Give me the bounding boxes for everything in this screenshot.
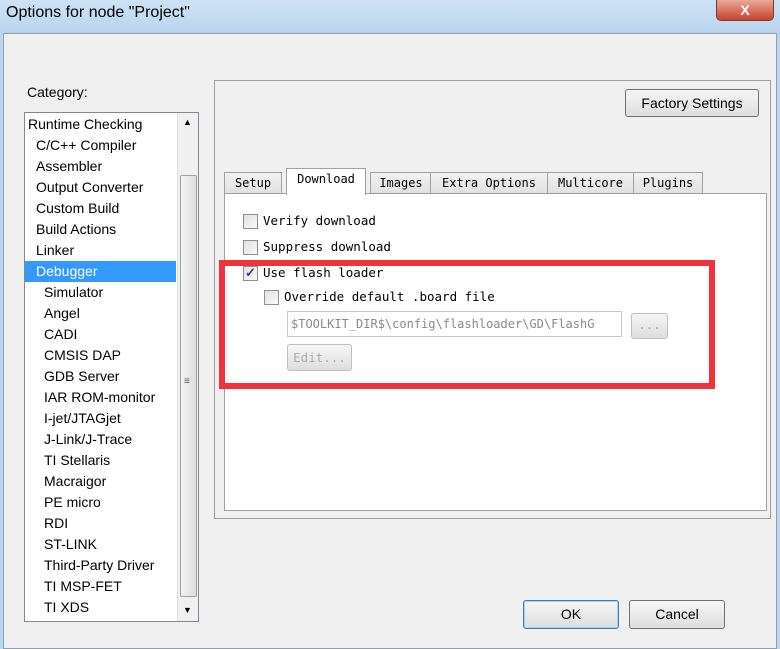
category-item[interactable]: TI Stellaris bbox=[25, 450, 176, 471]
category-item[interactable]: TI MSP-FET bbox=[25, 576, 176, 597]
category-item[interactable]: Build Actions bbox=[25, 219, 176, 240]
category-item[interactable]: TI XDS bbox=[25, 597, 176, 618]
suppress-download-checkbox[interactable] bbox=[243, 240, 258, 255]
list-scrollbar[interactable]: ▲ ≡ ▼ bbox=[177, 113, 198, 621]
highlight-box bbox=[219, 260, 715, 389]
category-item[interactable]: Runtime Checking bbox=[25, 114, 176, 135]
category-label: Category: bbox=[27, 84, 88, 100]
tab-plugins[interactable]: Plugins bbox=[633, 172, 703, 194]
category-item[interactable]: ST-LINK bbox=[25, 534, 176, 555]
window-title: Options for node "Project" bbox=[6, 4, 190, 21]
category-item[interactable]: IAR ROM-monitor bbox=[25, 387, 176, 408]
verify-download-checkbox[interactable] bbox=[243, 214, 258, 229]
category-item[interactable]: CMSIS DAP bbox=[25, 345, 176, 366]
category-item[interactable]: Simulator bbox=[25, 282, 176, 303]
scroll-up-icon[interactable]: ▲ bbox=[183, 117, 192, 127]
category-item[interactable]: Debugger bbox=[25, 261, 176, 282]
suppress-download-label: Suppress download bbox=[263, 239, 391, 254]
category-item[interactable]: Custom Build bbox=[25, 198, 176, 219]
category-item[interactable]: Third-Party Driver bbox=[25, 555, 176, 576]
factory-settings-button[interactable]: Factory Settings bbox=[625, 89, 759, 117]
tab-download[interactable]: Download bbox=[286, 168, 366, 195]
category-item[interactable]: Angel bbox=[25, 303, 176, 324]
category-item[interactable]: C/C++ Compiler bbox=[25, 135, 176, 156]
cancel-button[interactable]: Cancel bbox=[629, 600, 725, 629]
category-item[interactable]: PE micro bbox=[25, 492, 176, 513]
tab-extra-options[interactable]: Extra Options bbox=[430, 172, 548, 194]
ok-button[interactable]: OK bbox=[523, 600, 619, 629]
scroll-down-icon[interactable]: ▼ bbox=[183, 605, 192, 615]
category-item[interactable]: GDB Server bbox=[25, 366, 176, 387]
verify-download-label: Verify download bbox=[263, 213, 376, 228]
tab-multicore[interactable]: Multicore bbox=[547, 172, 634, 194]
category-item[interactable]: Linker bbox=[25, 240, 176, 261]
category-item[interactable]: Output Converter bbox=[25, 177, 176, 198]
category-item[interactable]: RDI bbox=[25, 513, 176, 534]
title-bar: Options for node "Project" X bbox=[0, 0, 780, 34]
category-item[interactable]: Macraigor bbox=[25, 471, 176, 492]
tab-images[interactable]: Images bbox=[370, 172, 432, 194]
scroll-thumb[interactable]: ≡ bbox=[180, 175, 197, 597]
category-item[interactable]: J-Link/J-Trace bbox=[25, 429, 176, 450]
category-item[interactable]: Assembler bbox=[25, 156, 176, 177]
category-item[interactable]: CADI bbox=[25, 324, 176, 345]
close-button[interactable]: X bbox=[716, 0, 774, 21]
category-list: TI XDS TI MSP-FET Third-Party Driver ST-LIN… bbox=[24, 112, 199, 622]
tab-setup[interactable]: Setup bbox=[224, 172, 282, 194]
category-item[interactable]: I-jet/JTAGjet bbox=[25, 408, 176, 429]
